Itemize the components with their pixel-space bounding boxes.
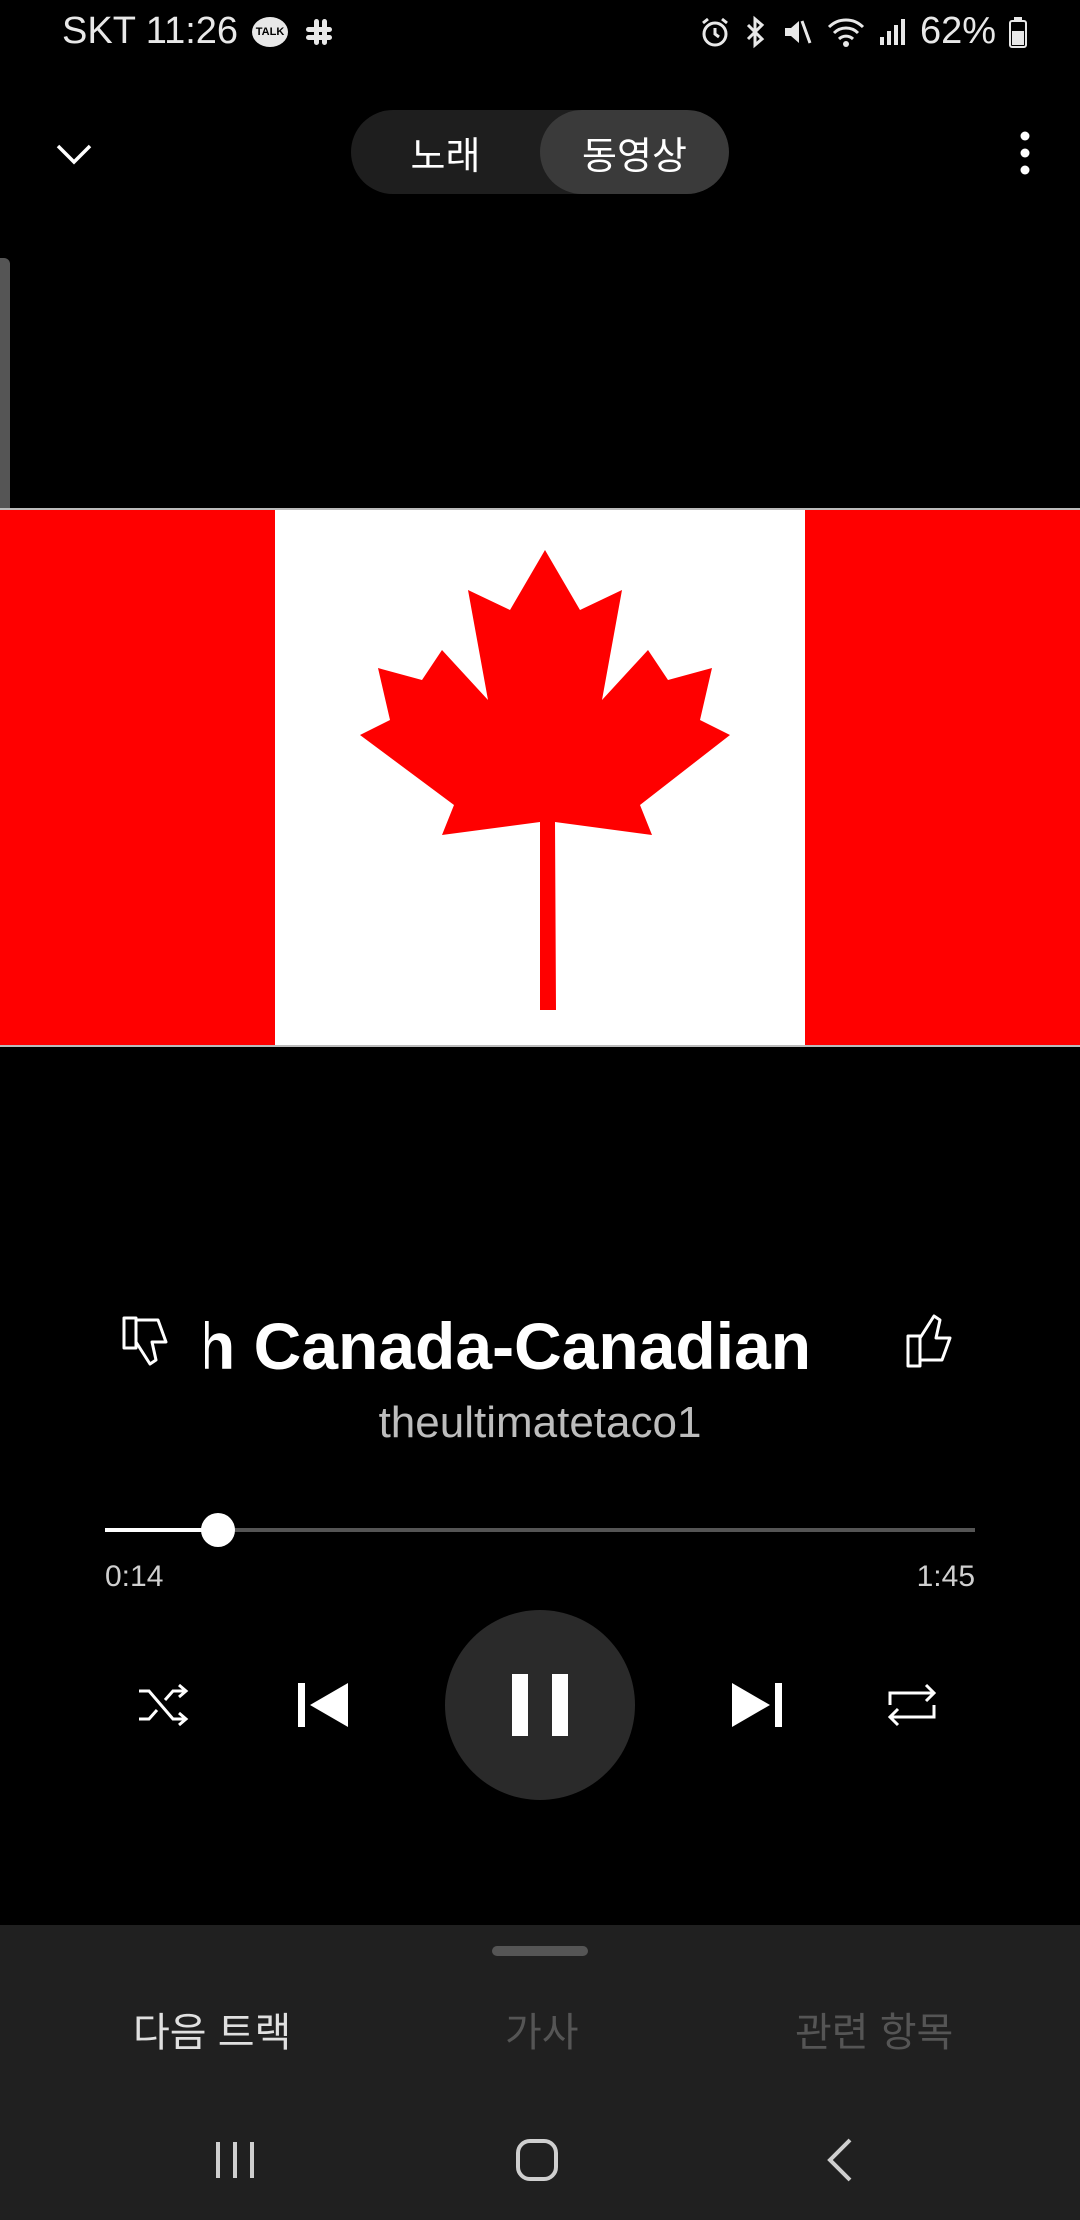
thumb-up-icon[interactable] [902, 1312, 962, 1372]
status-right: 62% [698, 10, 1028, 53]
battery-percent: 62% [919, 10, 996, 52]
system-nav-bar [0, 2110, 1080, 2220]
repeat-icon[interactable] [882, 1675, 942, 1735]
bottom-sheet-tabs: 다음 트랙 가사 관련 항목 [0, 2000, 1080, 2080]
seek-bar-thumb[interactable] [201, 1513, 236, 1547]
tab-video[interactable]: 동영상 [540, 110, 729, 194]
alarm-icon [702, 17, 728, 46]
more-options-icon[interactable] [1010, 128, 1040, 178]
tab-song[interactable]: 노래 [351, 110, 540, 194]
back-icon[interactable] [820, 2134, 860, 2186]
thumb-down-icon[interactable] [118, 1312, 178, 1372]
tab-lyrics[interactable]: 가사 [505, 2000, 579, 2058]
status-bar: SKT 11:26 TALK 62% [0, 0, 1080, 66]
next-track-icon[interactable] [726, 1675, 788, 1735]
shuffle-icon[interactable] [135, 1675, 195, 1735]
playback-controls [0, 1610, 1080, 1800]
status-left: SKT 11:26 TALK [62, 10, 336, 53]
signal-icon [879, 18, 905, 45]
battery-icon [1009, 16, 1027, 48]
player-top-bar: 노래 동영상 [0, 110, 1080, 200]
song-video-toggle: 노래 동영상 [351, 110, 729, 194]
video-frame-canada-flag [0, 508, 1080, 1047]
track-info-row: h Canada-Canadian [0, 1300, 1080, 1390]
pause-button[interactable] [445, 1610, 635, 1800]
flag-left-band [0, 510, 275, 1045]
previous-track-icon[interactable] [292, 1675, 354, 1735]
total-duration: 1:45 [916, 1560, 975, 1593]
kakaotalk-icon: TALK [252, 16, 289, 47]
chevron-down-icon[interactable] [52, 132, 96, 176]
mute-icon [784, 19, 812, 44]
flag-right-band [805, 510, 1080, 1045]
maple-leaf-image [360, 550, 730, 1010]
home-icon[interactable] [513, 2136, 561, 2184]
wifi-icon [827, 17, 864, 47]
slack-icon [306, 18, 333, 45]
recent-apps-icon[interactable] [210, 2138, 260, 2182]
tab-related[interactable]: 관련 항목 [795, 2000, 953, 2058]
tab-up-next[interactable]: 다음 트랙 [133, 2000, 291, 2058]
sheet-drag-handle[interactable] [492, 1946, 588, 1956]
talk-badge-text: TALK [255, 25, 285, 38]
track-artist[interactable]: theultimatetaco1 [0, 1398, 1080, 1448]
seek-bar[interactable] [105, 1513, 975, 1547]
carrier-time: SKT 11:26 [62, 10, 239, 52]
elapsed-time: 0:14 [105, 1560, 164, 1593]
pause-icon [512, 1674, 568, 1736]
bluetooth-icon [746, 15, 765, 48]
track-title-text: h Canada-Canadian [205, 1309, 812, 1383]
track-title: h Canada-Canadian [205, 1308, 845, 1384]
